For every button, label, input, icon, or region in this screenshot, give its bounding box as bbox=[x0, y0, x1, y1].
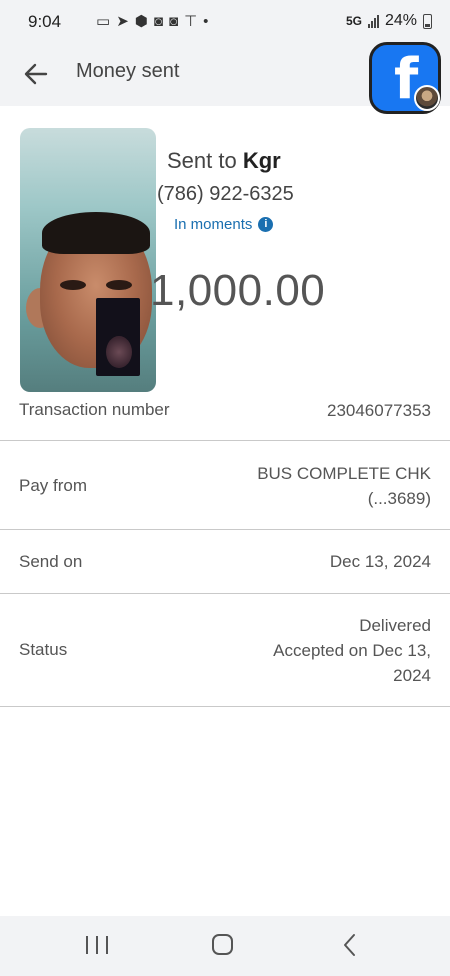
system-nav-bar bbox=[0, 916, 450, 976]
signal-icon bbox=[367, 14, 379, 28]
video-feed-eye bbox=[60, 280, 86, 290]
app-icon: ⬢ bbox=[134, 13, 148, 30]
video-feed-hair bbox=[42, 212, 150, 254]
facebook-chat-head[interactable]: f bbox=[369, 42, 441, 114]
send-icon: ➤ bbox=[116, 13, 129, 30]
app-icon: ⊤ bbox=[184, 13, 198, 30]
sent-to-label: Sent to bbox=[167, 148, 237, 173]
pay-from-account-mask: (...3689) bbox=[367, 489, 431, 508]
app-icon: ◙ bbox=[153, 13, 163, 30]
notification-icons: ▭ ➤ ⬢ ◙ ◙ ⊤ • bbox=[96, 12, 208, 32]
status-accepted: Accepted on Dec 13, bbox=[273, 641, 431, 660]
delivery-timing-label: In moments bbox=[174, 216, 253, 233]
delivery-timing: In moments i bbox=[174, 216, 274, 233]
status-accepted-year: 2024 bbox=[393, 666, 431, 685]
recipient-phone: (786) 922-6325 bbox=[157, 183, 294, 205]
pay-from-value: BUS COMPLETE CHK (...3689) bbox=[257, 461, 431, 511]
transaction-number-value: 23046077353 bbox=[326, 401, 431, 420]
amount: 1,000.00 bbox=[150, 266, 326, 315]
status-bar: 9:04 ▭ ➤ ⬢ ◙ ◙ ⊤ • 5G 24% bbox=[0, 0, 450, 48]
dot-icon: • bbox=[203, 13, 209, 30]
status-state: Delivered bbox=[359, 616, 431, 635]
self-view-thumbnail[interactable] bbox=[96, 298, 140, 376]
pay-from-label: Pay from bbox=[19, 476, 88, 495]
info-icon[interactable]: i bbox=[258, 217, 274, 232]
battery-icon bbox=[423, 13, 432, 29]
avatar bbox=[414, 85, 440, 111]
pay-from-account: BUS COMPLETE CHK bbox=[257, 464, 431, 483]
transaction-number-label: Transaction number bbox=[19, 400, 170, 419]
status-row: Status Delivered Accepted on Dec 13, 202… bbox=[0, 594, 450, 707]
video-feed-eye bbox=[106, 280, 132, 290]
recipient-line: Sent to Kgr bbox=[167, 148, 281, 174]
status-label: Status bbox=[19, 640, 68, 659]
send-on-value: Dec 13, 2024 bbox=[329, 552, 431, 571]
status-time: 9:04 bbox=[28, 12, 62, 31]
network-label: 5G bbox=[345, 14, 362, 28]
self-view-face bbox=[106, 336, 132, 368]
transaction-number-row: Transaction number 23046077353 bbox=[0, 392, 450, 441]
video-icon: ▭ bbox=[96, 13, 111, 30]
pay-from-row: Pay from BUS COMPLETE CHK (...3689) bbox=[0, 441, 450, 530]
back-icon[interactable] bbox=[340, 932, 360, 958]
status-value: Delivered Accepted on Dec 13, 2024 bbox=[273, 613, 431, 688]
home-icon[interactable] bbox=[212, 934, 233, 955]
system-status: 5G 24% bbox=[346, 12, 432, 30]
recipient-name: Kgr bbox=[242, 148, 281, 173]
recents-icon[interactable] bbox=[86, 936, 108, 954]
video-call-overlay[interactable] bbox=[20, 128, 156, 392]
page-title: Money sent bbox=[76, 60, 180, 82]
back-arrow-icon[interactable] bbox=[22, 60, 50, 88]
send-on-label: Send on bbox=[19, 552, 83, 571]
send-on-row: Send on Dec 13, 2024 bbox=[0, 530, 450, 594]
battery-level: 24% bbox=[384, 12, 417, 29]
app-icon: ◙ bbox=[168, 13, 178, 30]
